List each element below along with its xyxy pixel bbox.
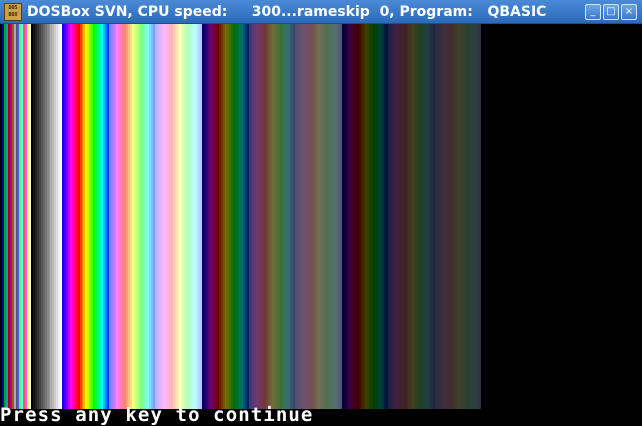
dos-screen[interactable]: Press any key to continue: [0, 24, 642, 425]
window-title: DOSBox SVN, CPU speed: 300...rameskip 0,…: [27, 4, 547, 20]
palette-color-bar: [495, 24, 498, 409]
minimize-button[interactable]: _: [585, 4, 601, 20]
maximize-button[interactable]: □: [603, 4, 619, 20]
continue-prompt: Press any key to continue: [0, 404, 314, 426]
title-bar[interactable]: DOS BOX DOSBox SVN, CPU speed: 300...ram…: [0, 0, 642, 24]
close-button[interactable]: ×: [621, 4, 637, 20]
vga-palette-bars: [0, 24, 498, 409]
dosbox-app-icon[interactable]: DOS BOX: [4, 3, 22, 21]
